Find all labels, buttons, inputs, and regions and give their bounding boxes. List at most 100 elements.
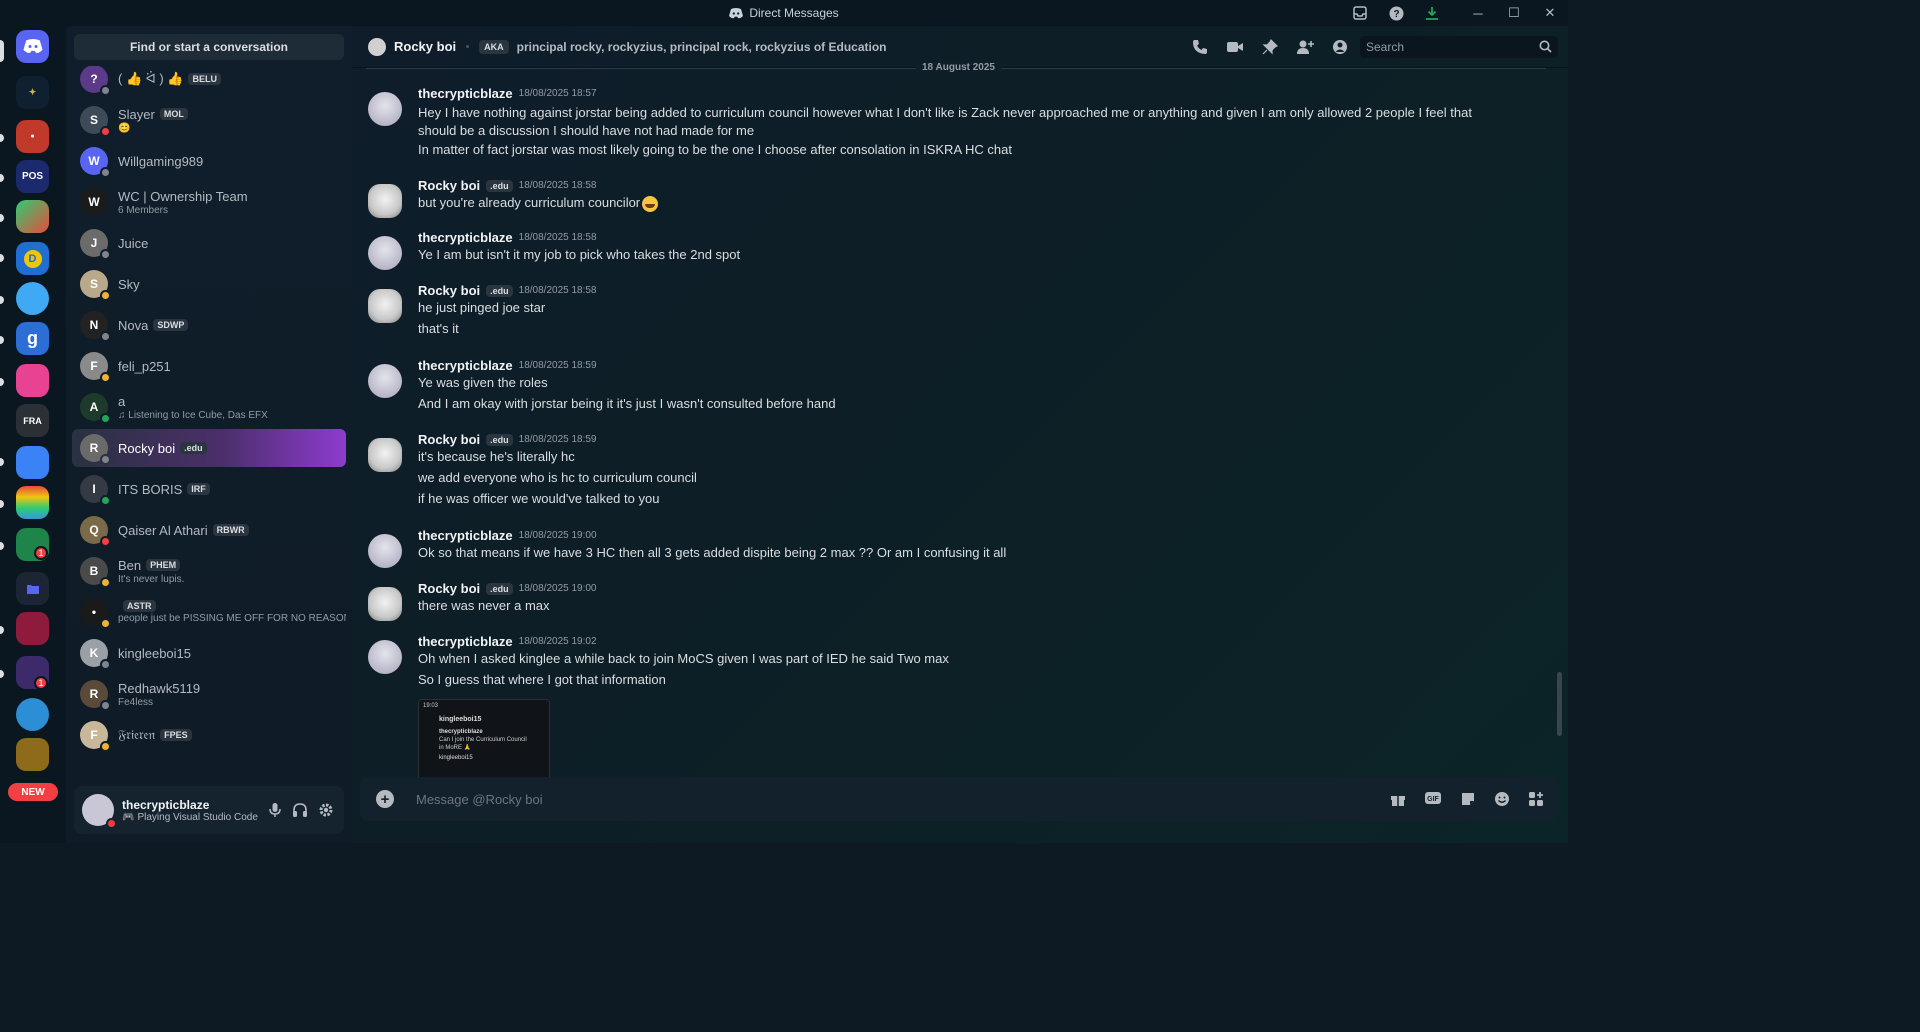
user-profile-icon[interactable] (1332, 39, 1348, 55)
mention-badge: 1 (34, 676, 48, 690)
dm-item[interactable]: Aa ♫ Listening to Ice Cube, Das EFX (72, 388, 346, 426)
find-conversation-button[interactable]: Find or start a conversation (74, 34, 344, 60)
dm-item[interactable]: S Slayer MOL 😊 (72, 101, 346, 139)
message-author[interactable]: Rocky boi (418, 432, 480, 447)
search-input[interactable]: Search (1360, 36, 1558, 58)
server-icon-3[interactable] (16, 200, 49, 233)
apps-icon[interactable] (1528, 791, 1544, 807)
message-author[interactable]: thecrypticblaze (418, 86, 513, 101)
dm-item[interactable]: Q Qaiser Al Athari RBWR (72, 511, 346, 549)
new-badge[interactable]: NEW (8, 783, 58, 801)
message-avatar[interactable] (368, 184, 402, 218)
message-author[interactable]: thecrypticblaze (418, 230, 513, 245)
add-friends-icon[interactable] (1296, 39, 1314, 55)
status-indicator (100, 372, 111, 383)
message-avatar[interactable] (368, 587, 402, 621)
voice-call-icon[interactable] (1192, 39, 1208, 55)
emoji-icon[interactable] (1494, 791, 1510, 807)
video-call-icon[interactable] (1226, 40, 1244, 54)
dm-name: Sky (118, 276, 140, 292)
dm-item[interactable]: N Nova SDWP (72, 306, 346, 344)
message-avatar[interactable] (368, 438, 402, 472)
unread-pip (0, 500, 4, 508)
message-avatar[interactable] (368, 364, 402, 398)
dm-avatar-initial: Q (89, 523, 99, 537)
message-input[interactable] (416, 791, 1390, 807)
dm-item[interactable]: Ffeli_p251 (72, 347, 346, 385)
dm-item[interactable]: R Rocky boi .edu (72, 429, 346, 467)
message-avatar[interactable] (368, 92, 402, 126)
minimize-icon[interactable]: ─ (1460, 6, 1496, 21)
server-icon-14[interactable] (16, 698, 49, 731)
dm-avatar: R (80, 680, 111, 711)
server-icon-pos[interactable]: POS (16, 160, 49, 193)
dm-avatar: S (80, 270, 111, 301)
server-icon-10[interactable] (16, 486, 49, 519)
message-author[interactable]: Rocky boi (418, 178, 480, 193)
attachment-author-2: kingleeboi15 (439, 755, 473, 761)
message-text: if he was officer we would've talked to … (418, 491, 660, 506)
dm-avatar-initial: R (89, 441, 99, 455)
server-icon-5[interactable] (16, 282, 49, 315)
dm-item[interactable]: I ITS BORIS IRF (72, 470, 346, 508)
server-icon-1[interactable]: ✦ (16, 76, 49, 109)
gift-icon[interactable] (1390, 791, 1406, 807)
guild-tag-text: .edu (490, 434, 509, 445)
headphones-icon[interactable] (292, 802, 308, 818)
image-attachment[interactable]: 19:03 kingleeboi15 thecrypticblaze Can I jo… (418, 699, 550, 779)
status-indicator (100, 126, 111, 137)
dm-item[interactable]: • ASTR people just be PISSING ME OFF FOR N… (72, 593, 346, 631)
dm-avatar-initial: ? (90, 72, 98, 86)
server-icon-4[interactable]: D (16, 242, 49, 275)
server-icon-15[interactable] (16, 738, 49, 771)
dm-item[interactable]: F 𝔉𝔯𝔦𝔢𝔯𝔢𝔫 FPES (72, 716, 346, 754)
header-name[interactable]: Rocky boi (394, 39, 456, 54)
download-icon[interactable] (1414, 6, 1450, 20)
message-author[interactable]: thecrypticblaze (418, 634, 513, 649)
server-icon-2[interactable]: ● (16, 120, 49, 153)
dm-item[interactable]: R Redhawk5119 Fe4less (72, 675, 346, 713)
message-avatar[interactable] (368, 534, 402, 568)
pin-icon[interactable] (1262, 39, 1278, 55)
close-icon[interactable]: ✕ (1532, 5, 1568, 21)
dm-item[interactable]: S Sky (72, 265, 346, 303)
dm-item[interactable]: J Juice (72, 224, 346, 262)
dm-avatar: A (80, 393, 111, 424)
dm-item[interactable]: W Willgaming989 (72, 142, 346, 180)
svg-text:GIF: GIF (1427, 796, 1439, 803)
dm-name: 𝔉𝔯𝔦𝔢𝔯𝔢𝔫 (118, 727, 156, 742)
server-icon-12[interactable] (16, 612, 49, 645)
inbox-icon[interactable] (1342, 6, 1378, 20)
message-avatar[interactable] (368, 289, 402, 323)
server-icon-9[interactable] (16, 446, 49, 479)
unread-pip (0, 214, 4, 222)
message-avatar[interactable] (368, 640, 402, 674)
dm-item[interactable]: W WC | Ownership Team 6 Members (72, 183, 346, 221)
dm-item[interactable]: Kkingleeboi15 (72, 634, 346, 672)
home-button[interactable] (16, 30, 49, 63)
server-icon-8[interactable]: FRA (16, 404, 49, 437)
gif-icon[interactable]: GIF (1424, 791, 1442, 807)
message-author[interactable]: thecrypticblaze (418, 358, 513, 373)
folder-icon[interactable] (16, 572, 49, 605)
header-avatar[interactable] (368, 37, 386, 56)
unread-pip (0, 542, 4, 550)
settings-gear-icon[interactable] (318, 802, 334, 818)
maximize-icon[interactable]: ☐ (1496, 5, 1532, 21)
sticker-icon[interactable] (1460, 791, 1476, 807)
message-author[interactable]: thecrypticblaze (418, 528, 513, 543)
message-text: it's because he's literally hc (418, 449, 575, 464)
dm-item[interactable]: ? ( 👍 ᐛ ) 👍 BELU (72, 66, 346, 98)
message-author[interactable]: Rocky boi (418, 581, 480, 596)
server-icon-6[interactable]: g (16, 322, 49, 355)
help-icon[interactable]: ? (1378, 6, 1414, 21)
scrollbar[interactable] (1557, 672, 1562, 736)
server-icon-7[interactable] (16, 364, 49, 397)
microphone-icon[interactable] (268, 802, 282, 818)
message-author[interactable]: Rocky boi (418, 283, 480, 298)
message-avatar[interactable] (368, 236, 402, 270)
add-attachment-icon[interactable]: + (376, 790, 394, 808)
user-avatar[interactable] (82, 794, 117, 829)
message-timestamp: 18/08/2025 18:58 (518, 232, 597, 243)
dm-item[interactable]: B Ben PHEM It's never lupis. (72, 552, 346, 590)
